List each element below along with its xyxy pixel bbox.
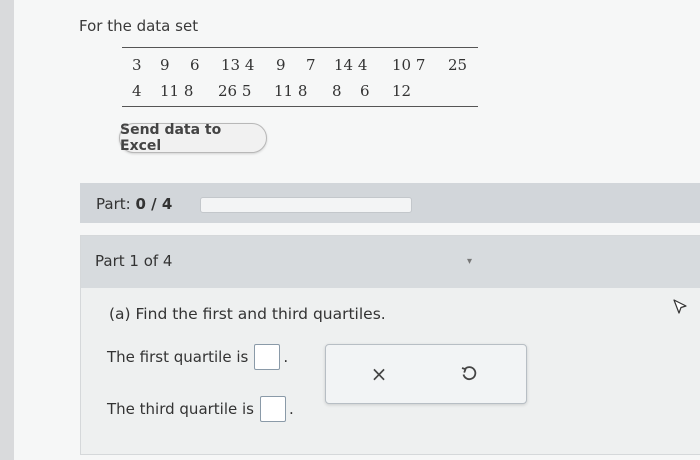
first-quartile-input[interactable] xyxy=(254,344,281,370)
data-row-1: 3 9 6 13 4 9 7 14 4 10 7 25 xyxy=(122,56,478,76)
data-cell: 4 xyxy=(132,82,142,100)
period: . xyxy=(283,348,289,366)
chevron-down-icon[interactable]: ▾ xyxy=(467,256,472,267)
answer-tools: × xyxy=(325,344,527,404)
data-table: 3 9 6 13 4 9 7 14 4 10 7 25 4 11 8 26 5 … xyxy=(122,47,478,107)
progress-track xyxy=(200,197,412,213)
data-cell: 7 xyxy=(306,56,316,74)
data-cell: 14 4 xyxy=(334,56,368,74)
part-progress-count: 0 / 4 xyxy=(135,195,173,213)
data-cell: 12 xyxy=(392,82,412,100)
third-quartile-label: The third quartile is xyxy=(107,400,254,418)
third-quartile-line: The third quartile is . xyxy=(107,396,294,422)
undo-icon xyxy=(461,366,477,381)
part-progress-bar: Part: 0 / 4 xyxy=(80,183,700,223)
clear-button[interactable]: × xyxy=(364,359,394,389)
third-quartile-input[interactable] xyxy=(260,396,286,422)
part-progress-label: Part: 0 / 4 xyxy=(96,195,172,213)
data-cell: 9 xyxy=(276,56,286,74)
first-quartile-line: The first quartile is . xyxy=(107,344,288,370)
data-cell: 6 xyxy=(360,82,370,100)
question-text: (a) Find the first and third quartiles. xyxy=(109,305,386,323)
assignment-sheet: For the data set 3 9 6 13 4 9 7 14 4 10 … xyxy=(14,0,700,460)
data-cell: 25 xyxy=(448,56,468,74)
data-cell: 11 8 xyxy=(274,82,308,100)
data-cell: 10 7 xyxy=(392,56,426,74)
data-cell: 13 4 xyxy=(221,56,255,74)
data-row-2: 4 11 8 26 5 11 8 8 6 12 xyxy=(122,82,478,102)
data-cell: 3 xyxy=(132,56,142,74)
intro-text: For the data set xyxy=(79,17,199,35)
part-header[interactable]: Part 1 of 4 ▾ xyxy=(81,236,700,288)
data-cell: 9 xyxy=(160,56,170,74)
data-cell: 26 5 xyxy=(218,82,252,100)
period: . xyxy=(289,400,294,418)
data-cell: 6 xyxy=(190,56,200,74)
part-title: Part 1 of 4 xyxy=(95,252,173,270)
first-quartile-label: The first quartile is xyxy=(107,348,249,366)
mouse-cursor-icon xyxy=(673,299,687,314)
send-to-excel-button[interactable]: Send data to Excel xyxy=(119,122,267,154)
part-panel: Part 1 of 4 ▾ (a) Find the first and thi… xyxy=(80,235,700,455)
data-cell: 11 8 xyxy=(160,82,194,100)
data-cell: 8 xyxy=(332,82,342,100)
undo-button[interactable] xyxy=(454,359,484,389)
part-label-text: Part: xyxy=(96,195,131,213)
close-icon: × xyxy=(370,362,388,386)
